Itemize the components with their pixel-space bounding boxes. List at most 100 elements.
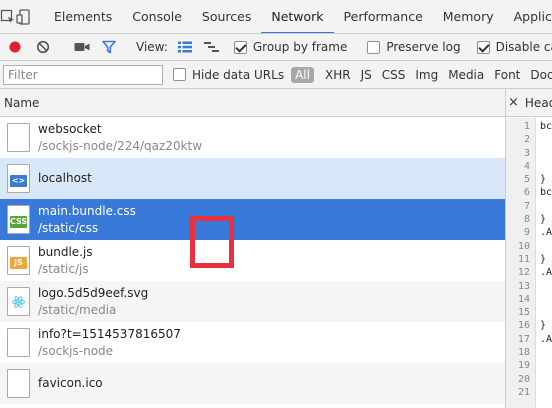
code-line: 12 .A xyxy=(506,266,552,279)
filter-toggle-button[interactable] xyxy=(94,34,120,60)
code-line: 11} xyxy=(506,253,552,266)
blank-file-icon xyxy=(7,123,30,152)
code-line: 5} xyxy=(506,173,552,186)
disable-cache-checkbox[interactable]: Disable cache xyxy=(473,34,552,60)
request-name-cell: logo.5d5d9eef.svg/static/media xyxy=(38,285,148,319)
line-number: 16 xyxy=(517,320,530,332)
line-text xyxy=(533,240,540,253)
devtools-tab-bar: Elements Console Sources Network Performance… xyxy=(0,0,552,34)
device-toolbar-icon[interactable] xyxy=(16,0,32,33)
capture-screenshots-button[interactable] xyxy=(70,34,94,60)
filter-type-img[interactable]: Img xyxy=(410,68,443,82)
request-row[interactable]: info?t=1514537816507/sockjs-node xyxy=(0,322,505,363)
code-line: 18 xyxy=(506,346,552,359)
request-row[interactable]: <> localhost xyxy=(0,158,505,199)
filter-type-css[interactable]: CSS xyxy=(377,68,411,82)
line-number: 21 xyxy=(517,386,530,398)
line-number: 9 xyxy=(523,227,530,239)
resource-type-filters: AllXHRJSCSSImgMediaFontDocWS xyxy=(288,66,552,83)
line-text xyxy=(533,306,540,319)
filter-type-xhr[interactable]: XHR xyxy=(320,68,356,82)
request-path: /static/css xyxy=(38,221,99,235)
js-file-icon: JS xyxy=(7,246,30,275)
response-code-view: 1 bc 2 3 4 5} 6 bc 7 8} 9 .A 10 11} 12 .A 13 14 15 16} 17 .A 1… xyxy=(506,120,552,399)
close-icon[interactable]: × xyxy=(508,95,519,110)
request-row[interactable]: JS bundle.js/static/js xyxy=(0,240,505,281)
tab-performance[interactable]: Performance xyxy=(334,0,433,33)
css-file-icon: CSS xyxy=(7,205,30,234)
line-number: 4 xyxy=(523,160,530,172)
filter-type-font[interactable]: Font xyxy=(489,68,525,82)
request-path: /static/js xyxy=(38,262,89,276)
line-text xyxy=(533,373,540,386)
tab-headers[interactable]: Head xyxy=(525,96,552,110)
group-by-frame-checkbox[interactable]: Group by frame xyxy=(224,34,351,60)
tab-sources[interactable]: Sources xyxy=(192,0,261,33)
tab-memory[interactable]: Memory xyxy=(433,0,504,33)
line-text xyxy=(533,200,540,213)
blank-file-icon xyxy=(7,328,30,357)
line-text: .A xyxy=(539,333,552,345)
code-line: 13 xyxy=(506,280,552,293)
line-number: 7 xyxy=(523,200,530,212)
line-number: 2 xyxy=(523,134,530,146)
css-file-icon-badge: CSS xyxy=(10,216,28,228)
code-line: 15 xyxy=(506,306,552,319)
request-row[interactable]: websocket/sockjs-node/224/qaz20ktw xyxy=(0,117,505,158)
group-by-frame-label: Group by frame xyxy=(252,40,348,54)
line-number: 11 xyxy=(517,253,530,265)
request-row[interactable]: favicon.ico xyxy=(0,363,505,404)
view-label: View: xyxy=(136,40,168,54)
list-view-icon xyxy=(177,41,192,53)
filter-type-all[interactable]: All xyxy=(291,66,314,83)
filter-type-media[interactable]: Media xyxy=(443,68,489,82)
line-number: 10 xyxy=(517,240,530,252)
preserve-log-checkbox[interactable]: Preserve log xyxy=(363,34,464,60)
line-number: 5 xyxy=(523,174,530,186)
line-number: 15 xyxy=(517,307,530,319)
tab-application[interactable]: Application xyxy=(504,0,552,33)
detail-tab-bar: × Head xyxy=(506,89,552,117)
code-line: 19 xyxy=(506,359,552,372)
request-path: /static/media xyxy=(38,303,117,317)
filter-input[interactable] xyxy=(3,64,163,85)
waterfall-view-button[interactable] xyxy=(196,34,224,60)
line-number: 3 xyxy=(523,147,530,159)
blank-file-icon xyxy=(7,369,30,398)
html-file-icon-badge: <> xyxy=(10,175,27,187)
line-text xyxy=(533,386,540,399)
tab-network[interactable]: Network xyxy=(261,0,334,33)
request-name-cell: bundle.js/static/js xyxy=(38,244,93,278)
js-file-icon-badge: JS xyxy=(10,257,27,269)
code-line: 8} xyxy=(506,213,552,226)
request-list: websocket/sockjs-node/224/qaz20ktw <> loca… xyxy=(0,117,505,404)
filter-type-js[interactable]: JS xyxy=(356,68,377,82)
large-rows-view-button[interactable] xyxy=(168,34,196,60)
request-name: bundle.js xyxy=(38,245,93,259)
request-row[interactable]: CSS main.bundle.css/static/css xyxy=(0,199,505,240)
preserve-log-check-icon xyxy=(367,40,381,54)
record-button[interactable] xyxy=(0,34,26,60)
request-name-cell: favicon.ico xyxy=(38,375,103,392)
request-name: localhost xyxy=(38,171,92,185)
hide-data-urls-checkbox[interactable]: Hide data URLs xyxy=(163,62,288,88)
code-line: 1 bc xyxy=(506,120,552,133)
tab-console[interactable]: Console xyxy=(122,0,192,33)
line-text xyxy=(533,147,540,160)
clear-button[interactable] xyxy=(26,34,54,60)
disable-cache-check-icon xyxy=(476,40,490,54)
request-name: info?t=1514537816507 xyxy=(38,327,181,341)
line-number: 19 xyxy=(517,360,530,372)
network-toolbar: View: Group by frame Preserve log Disabl… xyxy=(0,34,552,61)
filter-type-doc[interactable]: Doc xyxy=(525,68,552,82)
request-path: /sockjs-node xyxy=(38,344,114,358)
line-text: } xyxy=(540,253,547,265)
code-line: 7 xyxy=(506,200,552,213)
inspect-element-icon[interactable] xyxy=(0,0,16,33)
code-line: 14 xyxy=(506,293,552,306)
name-column-header[interactable]: Name xyxy=(0,89,505,117)
tab-elements[interactable]: Elements xyxy=(44,0,122,33)
line-number: 8 xyxy=(523,214,530,226)
line-text: } xyxy=(540,320,547,332)
request-row[interactable]: logo.5d5d9eef.svg/static/media xyxy=(0,281,505,322)
